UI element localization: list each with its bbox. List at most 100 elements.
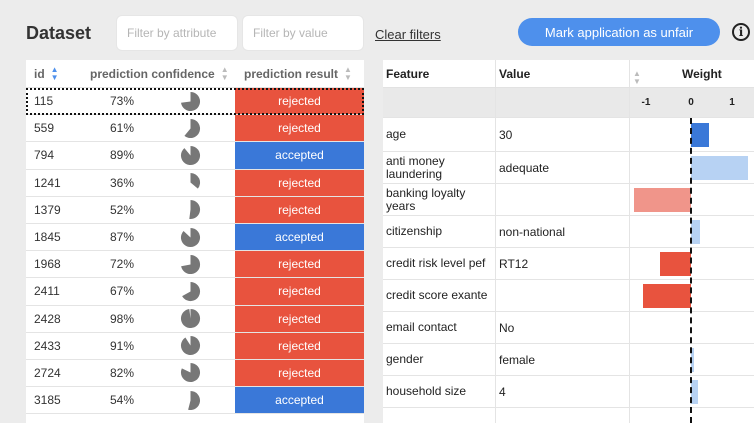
feature-table-header: Feature Value ▲ ▼ Weight [383,60,754,88]
row-confidence: 89% [84,145,234,166]
pie-slice [184,118,201,138]
column-header-id[interactable]: id ▲ ▼ [26,60,84,87]
prediction-result-badge: rejected [234,305,364,332]
feature-row[interactable]: household size 4 [383,376,754,408]
row-id: 3185 [34,393,61,408]
confidence-pie-icon [184,118,201,138]
weight-bar [659,251,691,276]
table-row[interactable]: 794 89% accepted [26,142,364,170]
confidence-pie-icon [180,309,201,329]
row-confidence: 72% [84,254,234,275]
confidence-value: 61% [110,121,135,136]
feature-name: credit score exante [386,288,488,302]
column-header-result[interactable]: prediction result ▲ ▼ [234,60,364,87]
confidence-pie-icon [180,336,201,356]
feature-name: gender [386,352,424,366]
pie-slice [180,309,201,329]
pie-slice [181,254,201,274]
row-id: 1845 [34,230,61,245]
confidence-value: 87% [110,230,135,245]
filter-value-input[interactable] [242,15,364,51]
confidence-pie-icon [180,363,201,383]
info-icon[interactable]: i [732,23,750,41]
table-row[interactable]: 3185 54% accepted [26,387,364,415]
row-id: 2411 [34,284,60,299]
weight-axis-row: -1 0 1 [383,88,754,118]
prediction-result-badge: rejected [234,88,364,115]
column-header-weight[interactable]: ▲ ▼ Weight [629,60,754,87]
pie-slice [180,363,201,383]
table-row[interactable]: 2411 67% rejected [26,278,364,306]
table-row[interactable]: 1845 87% accepted [26,223,364,252]
table-row[interactable]: 1379 52% rejected [26,196,364,224]
feature-row[interactable]: anti money laundering adequate [383,152,754,184]
row-confidence: 61% [84,118,234,139]
pie-slice [190,173,201,189]
sort-icon[interactable]: ▲ ▼ [221,65,229,82]
feature-row[interactable]: email contact No [383,312,754,344]
prediction-result-badge: accepted [234,223,364,251]
feature-row[interactable]: banking loyalty years [383,184,754,216]
confidence-pie-icon [182,281,201,301]
zero-line [690,118,692,423]
confidence-pie-icon [189,200,201,220]
clear-filters-link[interactable]: Clear filters [375,27,441,42]
sort-ascending-icon[interactable]: ▲ ▼ [51,65,59,82]
pie-slice [180,145,201,166]
table-row[interactable]: 1241 36% rejected [26,169,364,197]
confidence-pie-icon [180,227,201,247]
sort-icon[interactable]: ▲ ▼ [633,70,641,86]
table-row[interactable]: 2433 91% rejected [26,332,364,360]
feature-name: banking loyalty years [386,185,466,213]
confidence-pie-icon [180,145,201,166]
feature-row[interactable] [383,408,754,423]
dataset-table: id ▲ ▼ prediction confidence ▲ ▼ predictio… [26,60,364,423]
row-confidence: 73% [84,91,234,112]
mark-unfair-button[interactable]: Mark application as unfair [518,18,720,46]
top-bar: Dataset Clear filters Mark application a… [0,0,754,60]
row-confidence: 87% [84,227,234,248]
dataset-table-header: id ▲ ▼ prediction confidence ▲ ▼ predictio… [26,60,364,88]
feature-value: No [495,312,629,343]
feature-value: 30 [495,118,629,151]
table-row[interactable]: 2724 82% rejected [26,359,364,388]
table-row[interactable]: 559 61% rejected [26,115,364,143]
page-title: Dataset [26,23,92,43]
weight-bar [691,122,710,147]
row-id: 559 [34,121,55,136]
axis-tick: -1 [641,97,651,108]
pie-slice [182,281,201,301]
filter-attribute-input[interactable] [116,15,238,51]
column-header-value: Value [495,60,629,87]
feature-value: adequate [495,152,629,183]
pie-slice [181,91,201,111]
axis-tick: 0 [688,97,694,108]
weight-bar [691,155,748,180]
table-row[interactable]: 115 73% rejected [26,88,364,116]
feature-row[interactable]: age 30 [383,118,754,152]
row-id: 1968 [34,257,61,272]
feature-row[interactable]: citizenship non-national [383,216,754,248]
feature-row[interactable]: credit risk level pef RT12 [383,248,754,280]
feature-name: household size [386,384,467,398]
row-id: 2724 [34,365,61,380]
feature-value: female [495,344,629,375]
prediction-result-badge: rejected [234,278,364,305]
feature-name: citizenship [386,224,443,238]
sort-icon[interactable]: ▲ ▼ [344,65,352,82]
feature-value [495,184,629,215]
feature-value: RT12 [495,248,629,279]
prediction-result-badge: rejected [234,251,364,278]
feature-value: non-national [495,216,629,247]
feature-row[interactable]: gender female [383,344,754,376]
table-row[interactable]: 1968 72% rejected [26,251,364,279]
feature-row[interactable]: credit score exante [383,280,754,312]
row-confidence: 98% [84,308,234,329]
confidence-value: 52% [110,202,135,217]
pie-slice [188,390,201,410]
weight-bar [691,379,698,404]
column-header-confidence[interactable]: prediction confidence ▲ ▼ [84,60,234,87]
prediction-result-badge: rejected [234,332,364,359]
axis-tick: 1 [729,97,735,108]
table-row[interactable]: 2428 98% rejected [26,305,364,333]
